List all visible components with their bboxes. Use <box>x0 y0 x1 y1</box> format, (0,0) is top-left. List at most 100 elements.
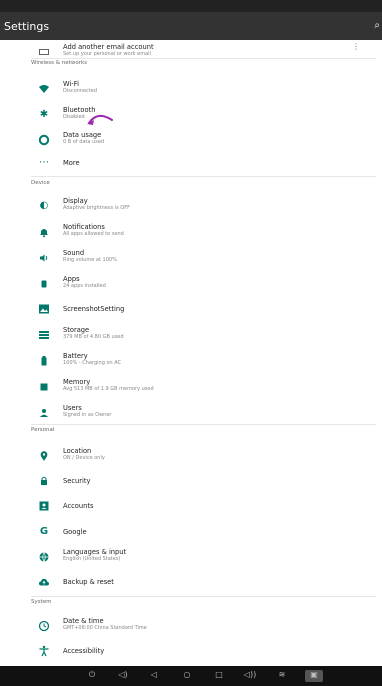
date-time-text: Date & time GMT+08:00 China Standard Tim… <box>63 617 147 632</box>
navigation-bar: ⏻ ◁) ◁ ○ □ ◁)) ≋ ▣ <box>0 666 382 686</box>
location-pin-icon <box>38 450 50 462</box>
sound-text: Sound Ring volume at 100% <box>63 249 117 264</box>
accessibility-icon <box>38 645 50 657</box>
bluetooth-subtitle: Disabled <box>63 114 85 120</box>
notifications-subtitle: All apps allowed to send <box>63 231 124 237</box>
google-item[interactable]: G Google <box>0 520 382 544</box>
google-g-icon: G <box>39 526 49 537</box>
memory-title: Memory <box>63 378 91 386</box>
wifi-text: Wi-Fi Disconnected <box>63 80 97 95</box>
date-time-item[interactable]: Date & time GMT+08:00 China Standard Tim… <box>0 614 382 638</box>
sound-item[interactable]: Sound Ring volume at 100% <box>0 246 382 270</box>
divider <box>31 596 376 597</box>
screenshot-setting-item[interactable]: ScreenshotSetting <box>0 297 382 321</box>
apps-item[interactable]: Apps 24 apps installed <box>0 272 382 296</box>
page-title: Settings <box>4 19 50 33</box>
app-bar: Settings ⌕ <box>0 12 382 40</box>
more-text: More <box>63 159 80 167</box>
display-text: Display Adaptive brightness is OFF <box>63 197 130 212</box>
cloud-upload-icon <box>38 576 50 588</box>
screenshot-setting-title: ScreenshotSetting <box>63 305 125 313</box>
users-subtitle: Signed in as Owner <box>63 412 112 418</box>
section-wireless: Wireless & networks <box>31 60 87 66</box>
lock-icon <box>38 475 50 487</box>
more-title: More <box>63 159 80 167</box>
back-icon[interactable]: ◁ <box>147 670 161 682</box>
accounts-item[interactable]: Accounts <box>0 494 382 518</box>
users-item[interactable]: Users Signed in as Owner <box>0 401 382 425</box>
backup-reset-item[interactable]: Backup & reset <box>0 570 382 594</box>
volume-up-icon[interactable]: ◁)) <box>243 670 257 682</box>
languages-text: Languages & input English (United States… <box>63 548 126 563</box>
sound-title: Sound <box>63 249 85 257</box>
google-title: Google <box>63 528 87 536</box>
battery-subtitle: 100% - Charging on AC <box>63 360 122 366</box>
display-subtitle: Adaptive brightness is OFF <box>63 205 130 211</box>
volume-icon <box>38 252 50 264</box>
storage-title: Storage <box>63 326 90 334</box>
screenshot-icon[interactable]: ▣ <box>305 670 323 682</box>
status-bar <box>0 0 382 12</box>
users-text: Users Signed in as Owner <box>63 404 111 419</box>
location-item[interactable]: Location ON / Device only <box>0 444 382 468</box>
display-brightness-icon: ◐ <box>39 200 49 211</box>
bluetooth-text: Bluetooth Disabled <box>63 106 95 121</box>
notifications-text: Notifications All apps allowed to send <box>63 223 124 238</box>
languages-subtitle: English (United States) <box>63 556 121 562</box>
data-usage-item[interactable]: Data usage 0 B of data used <box>0 128 382 152</box>
display-title: Display <box>63 197 88 205</box>
memory-subtitle: Avg 513 MB of 1.9 GB memory used <box>63 386 154 392</box>
battery-item[interactable]: Battery 100% - Charging on AC <box>0 349 382 373</box>
bluetooth-icon: ✱ <box>39 109 49 120</box>
globe-icon <box>38 551 50 563</box>
power-icon[interactable]: ⏻ <box>85 670 99 682</box>
expand-icon[interactable]: ≋ <box>275 670 289 682</box>
memory-item[interactable]: Memory Avg 513 MB of 1.9 GB memory used <box>0 375 382 399</box>
home-icon[interactable]: ○ <box>180 670 194 682</box>
memory-icon <box>38 381 50 393</box>
accounts-text: Accounts <box>63 502 94 510</box>
security-text: Security <box>63 477 90 485</box>
more-vert-icon[interactable]: ⋮ <box>352 42 360 51</box>
volume-down-icon[interactable]: ◁) <box>116 670 130 682</box>
security-item[interactable]: Security <box>0 469 382 493</box>
settings-list: Add another email account Set up your pe… <box>0 40 382 666</box>
bluetooth-title: Bluetooth <box>63 106 96 114</box>
section-device: Device <box>31 180 50 186</box>
recents-icon[interactable]: □ <box>212 670 226 682</box>
date-time-subtitle: GMT+08:00 China Standard Time <box>63 625 147 631</box>
more-item[interactable]: ⋯ More <box>0 151 382 175</box>
sound-subtitle: Ring volume at 100% <box>63 257 117 263</box>
date-time-title: Date & time <box>63 617 104 625</box>
divider <box>31 424 376 425</box>
display-item[interactable]: ◐ Display Adaptive brightness is OFF <box>0 194 382 218</box>
notifications-item[interactable]: Notifications All apps allowed to send <box>0 220 382 244</box>
search-icon[interactable]: ⌕ <box>374 20 380 31</box>
battery-icon <box>38 355 50 367</box>
location-title: Location <box>63 447 92 455</box>
languages-title: Languages & input <box>63 548 127 556</box>
users-title: Users <box>63 404 82 412</box>
divider <box>31 58 376 59</box>
storage-subtitle: 379 MB of 4.80 GB used <box>63 334 124 340</box>
notifications-title: Notifications <box>63 223 105 231</box>
account-box-icon <box>38 500 50 512</box>
backup-reset-title: Backup & reset <box>63 578 114 586</box>
section-system: System <box>31 599 52 605</box>
data-usage-title: Data usage <box>63 131 102 139</box>
location-subtitle: ON / Device only <box>63 455 105 461</box>
section-personal: Personal <box>31 427 55 433</box>
wifi-item[interactable]: Wi-Fi Disconnected <box>0 77 382 101</box>
location-text: Location ON / Device only <box>63 447 105 462</box>
add-email-account-subtitle: Set up your personal or work email <box>63 51 151 57</box>
bluetooth-item[interactable]: ✱ Bluetooth Disabled <box>0 103 382 127</box>
storage-item[interactable]: Storage 379 MB of 4.80 GB used <box>0 323 382 347</box>
add-email-account-text: Add another email account Set up your pe… <box>63 43 154 58</box>
add-email-account-title: Add another email account <box>63 43 154 51</box>
storage-icon <box>38 329 50 341</box>
clock-icon <box>38 620 50 632</box>
wifi-subtitle: Disconnected <box>63 88 98 94</box>
languages-input-item[interactable]: Languages & input English (United States… <box>0 545 382 569</box>
accessibility-item[interactable]: Accessibility <box>0 639 382 663</box>
backup-reset-text: Backup & reset <box>63 578 114 586</box>
